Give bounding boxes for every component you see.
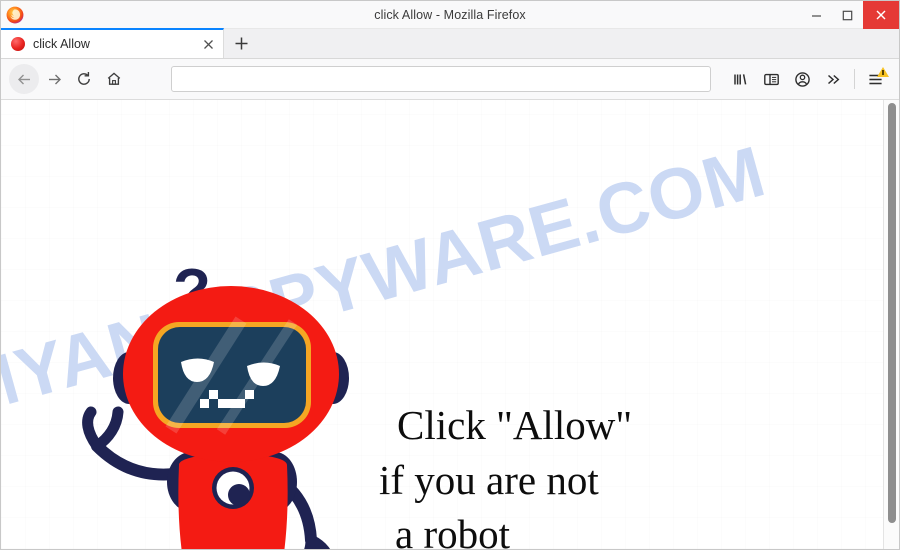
robot-face-screen bbox=[153, 316, 311, 435]
headline-line-2: if you are not bbox=[379, 456, 599, 503]
maximize-button[interactable] bbox=[832, 1, 863, 29]
new-tab-button[interactable] bbox=[224, 28, 258, 58]
toolbar-separator bbox=[854, 69, 855, 89]
toolbar-icon-group bbox=[725, 64, 891, 94]
sad-red-robot-illustration: ? bbox=[61, 250, 381, 549]
firefox-logo-icon bbox=[6, 6, 24, 23]
tab-favicon-icon bbox=[11, 37, 25, 51]
browser-tab-click-allow[interactable]: click Allow bbox=[1, 28, 224, 58]
tab-title: click Allow bbox=[33, 37, 90, 51]
account-icon[interactable] bbox=[787, 64, 818, 94]
window-titlebar: click Allow - Mozilla Firefox bbox=[1, 1, 899, 29]
page-headline: Click "Allow" if you are not a robot bbox=[379, 398, 632, 549]
reload-button[interactable] bbox=[69, 64, 99, 94]
firefox-browser-window: click Allow - Mozilla Firefox click Allo… bbox=[0, 0, 900, 550]
navigation-toolbar bbox=[1, 59, 899, 100]
robot-chest-emblem bbox=[212, 467, 254, 509]
home-button[interactable] bbox=[99, 64, 129, 94]
tab-strip: click Allow bbox=[1, 28, 899, 59]
window-controls bbox=[801, 1, 899, 29]
back-button[interactable] bbox=[9, 64, 39, 94]
sidebar-icon[interactable] bbox=[756, 64, 787, 94]
url-input[interactable] bbox=[180, 71, 702, 87]
vertical-scrollbar[interactable] bbox=[883, 100, 899, 549]
close-window-button[interactable] bbox=[863, 1, 899, 29]
page-content: MYANTISPYWARE.COM ? Click "Allow" if you… bbox=[1, 100, 899, 549]
minimize-button[interactable] bbox=[801, 1, 832, 29]
address-bar[interactable] bbox=[171, 66, 711, 92]
update-warning-badge-icon bbox=[877, 67, 889, 77]
forward-button[interactable] bbox=[39, 64, 69, 94]
overflow-icon[interactable] bbox=[818, 64, 849, 94]
close-tab-icon[interactable] bbox=[199, 35, 217, 53]
app-menu-button[interactable] bbox=[860, 64, 891, 94]
scrollbar-thumb[interactable] bbox=[888, 103, 896, 523]
library-icon[interactable] bbox=[725, 64, 756, 94]
headline-line-1: Click "Allow" bbox=[397, 402, 633, 448]
headline-line-3: a robot bbox=[395, 511, 510, 549]
window-title: click Allow - Mozilla Firefox bbox=[374, 7, 526, 22]
